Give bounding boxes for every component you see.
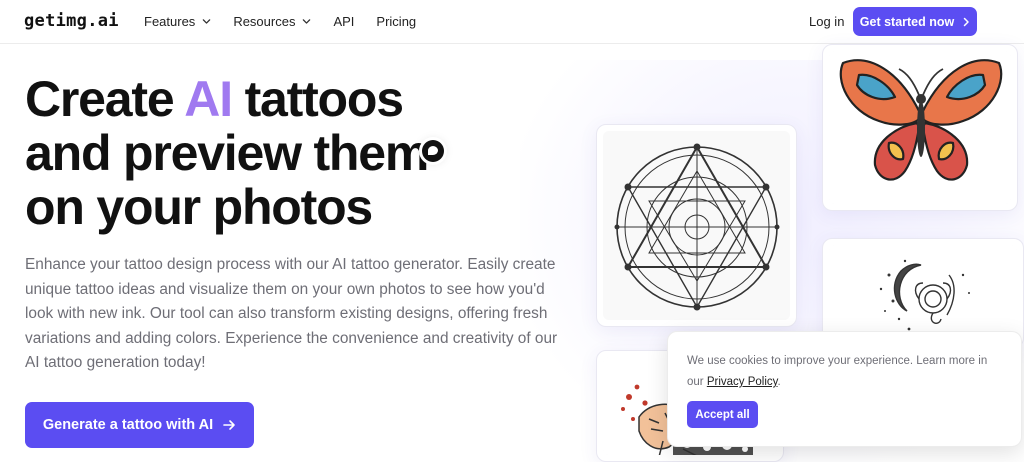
- chevron-down-icon: [203, 19, 211, 24]
- chevron-down-icon: [303, 19, 311, 24]
- gallery-card[interactable]: [822, 44, 1018, 211]
- butterfly-tattoo-image: [829, 51, 1011, 204]
- chevron-right-icon: [963, 17, 969, 26]
- top-navbar: getimg.ai Features Resources API Pricing…: [0, 0, 1024, 44]
- moon-flower-tattoo-image: [829, 245, 1017, 341]
- headline-text: Create: [25, 71, 185, 127]
- logo[interactable]: getimg.ai: [24, 11, 119, 31]
- menu-item-resources[interactable]: Resources: [233, 14, 311, 29]
- menu-item-pricing[interactable]: Pricing: [376, 14, 416, 29]
- main-menu: Features Resources API Pricing: [144, 14, 438, 29]
- menu-item-label: Pricing: [376, 14, 417, 29]
- menu-item-label: API: [333, 14, 355, 29]
- butterfly-tattoo-illustration: [829, 51, 1011, 204]
- generate-tattoo-label: Generate a tattoo with AI: [42, 417, 214, 433]
- accept-all-button[interactable]: Accept all: [687, 401, 758, 428]
- generate-tattoo-button[interactable]: Generate a tattoo with AI: [25, 402, 254, 448]
- chat-bubble-icon[interactable]: [422, 140, 444, 162]
- get-started-button[interactable]: Get started now: [853, 7, 977, 36]
- headline-text: and preview them: [25, 125, 429, 181]
- headline-ai-highlight: AI: [184, 71, 233, 127]
- gallery-card[interactable]: [596, 124, 797, 327]
- menu-item-api[interactable]: API: [333, 14, 354, 29]
- get-started-label: Get started now: [859, 14, 955, 29]
- menu-item-features[interactable]: Features: [144, 14, 211, 29]
- privacy-policy-link[interactable]: Privacy Policy: [707, 376, 778, 388]
- headline-text: on your photos: [25, 179, 373, 235]
- geometric-tattoo-image: [603, 131, 790, 320]
- moon-flower-tattoo-illustration: [829, 245, 1017, 341]
- arrow-right-icon: [223, 420, 235, 430]
- login-link[interactable]: Log in: [809, 14, 844, 29]
- menu-item-label: Resources: [233, 14, 296, 29]
- cookie-text-end: .: [777, 376, 781, 388]
- geometric-tattoo-illustration: [603, 131, 790, 320]
- cookie-banner: We use cookies to improve your experienc…: [667, 331, 1022, 447]
- cookie-message: We use cookies to improve your experienc…: [687, 351, 1007, 393]
- headline-text: tattoos: [231, 71, 404, 127]
- hero-description: Enhance your tattoo design process with …: [25, 256, 558, 371]
- menu-item-label: Features: [144, 14, 196, 29]
